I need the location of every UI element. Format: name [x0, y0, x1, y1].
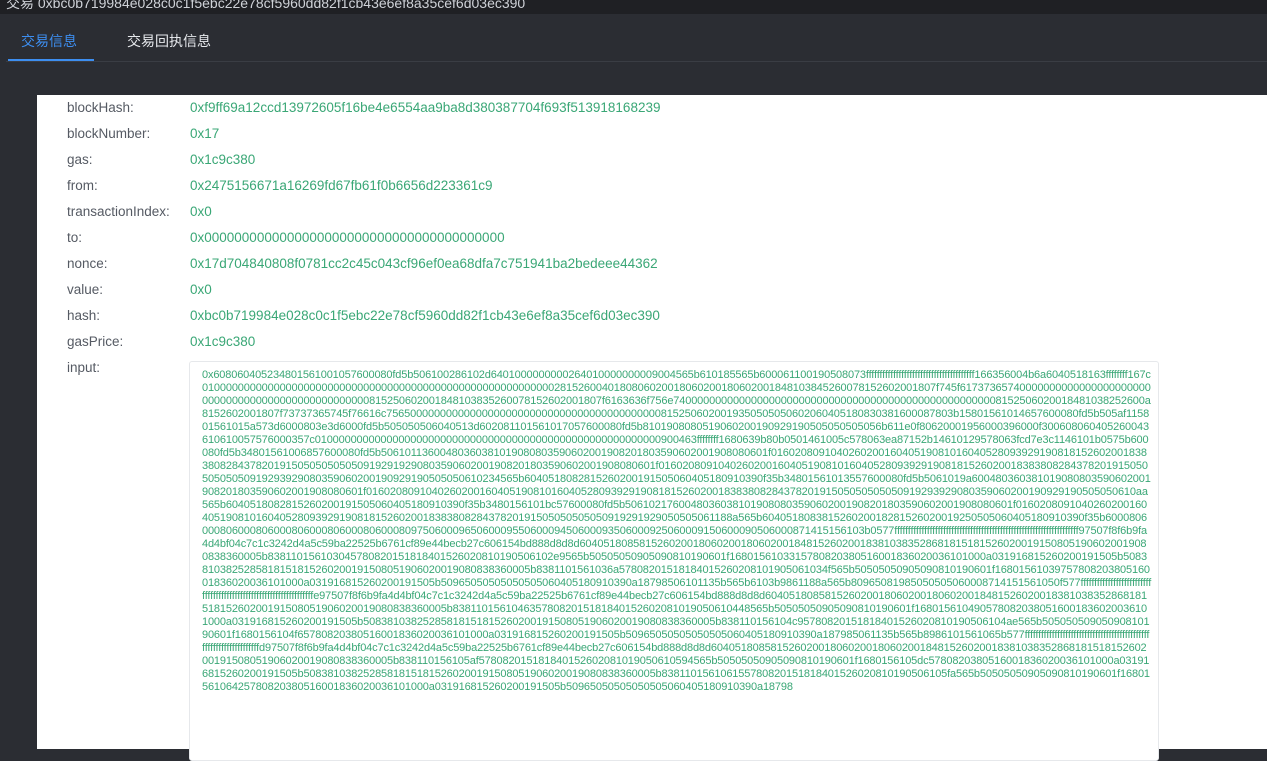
field-value: 0x2475156671a16269fd67fb61f0b6656d223361…	[190, 178, 493, 193]
field-value: 0x00000000000000000000000000000000000000…	[190, 230, 505, 245]
field-key: blockHash:	[67, 100, 134, 115]
field-key: hash:	[67, 308, 101, 323]
field-key: gasPrice:	[67, 334, 124, 349]
field-value: 0x1c9c380	[190, 334, 256, 349]
field-value: 0xbc0b719984e028c0c1f5ebc22e78cf5960dd82…	[190, 308, 660, 323]
transaction-detail-panel: blockHash: 0xf9ff69a12ccd13972605f16be4e…	[37, 95, 1267, 761]
field-key: nonce:	[67, 256, 108, 271]
field-key: gas:	[67, 152, 93, 167]
tab-transaction-receipt[interactable]: 交易回执信息	[127, 14, 211, 62]
tab-bar: 交易信息 交易回执信息	[6, 14, 1267, 62]
field-value: 0x1c9c380	[190, 152, 256, 167]
input-data-box[interactable]: 0x608060405234801561001057600080fd5b5061…	[189, 361, 1159, 761]
window-title-bar: 交易 0xbc0b719984e028c0c1f5ebc22e78cf5960d…	[0, 0, 1267, 14]
input-data-text: 0x608060405234801561001057600080fd5b5061…	[202, 369, 1152, 693]
field-value: 0x17d704840808f0781cc2c45c043cf96ef0ea68…	[190, 256, 658, 271]
field-key: from:	[67, 178, 98, 193]
active-tab-indicator	[8, 59, 94, 61]
field-key: value:	[67, 282, 104, 297]
field-value: 0xf9ff69a12ccd13972605f16be4e6554aa9ba8d…	[190, 100, 661, 115]
field-key: to:	[67, 230, 83, 245]
field-value: 0x0	[190, 282, 212, 297]
field-key: blockNumber:	[67, 126, 151, 141]
tab-transaction-info[interactable]: 交易信息	[21, 14, 77, 62]
field-key: input:	[67, 360, 101, 375]
field-value: 0x0	[190, 204, 212, 219]
field-value: 0x17	[190, 126, 220, 141]
field-key: transactionIndex:	[67, 204, 170, 219]
window-title: 交易 0xbc0b719984e028c0c1f5ebc22e78cf5960d…	[6, 0, 526, 11]
